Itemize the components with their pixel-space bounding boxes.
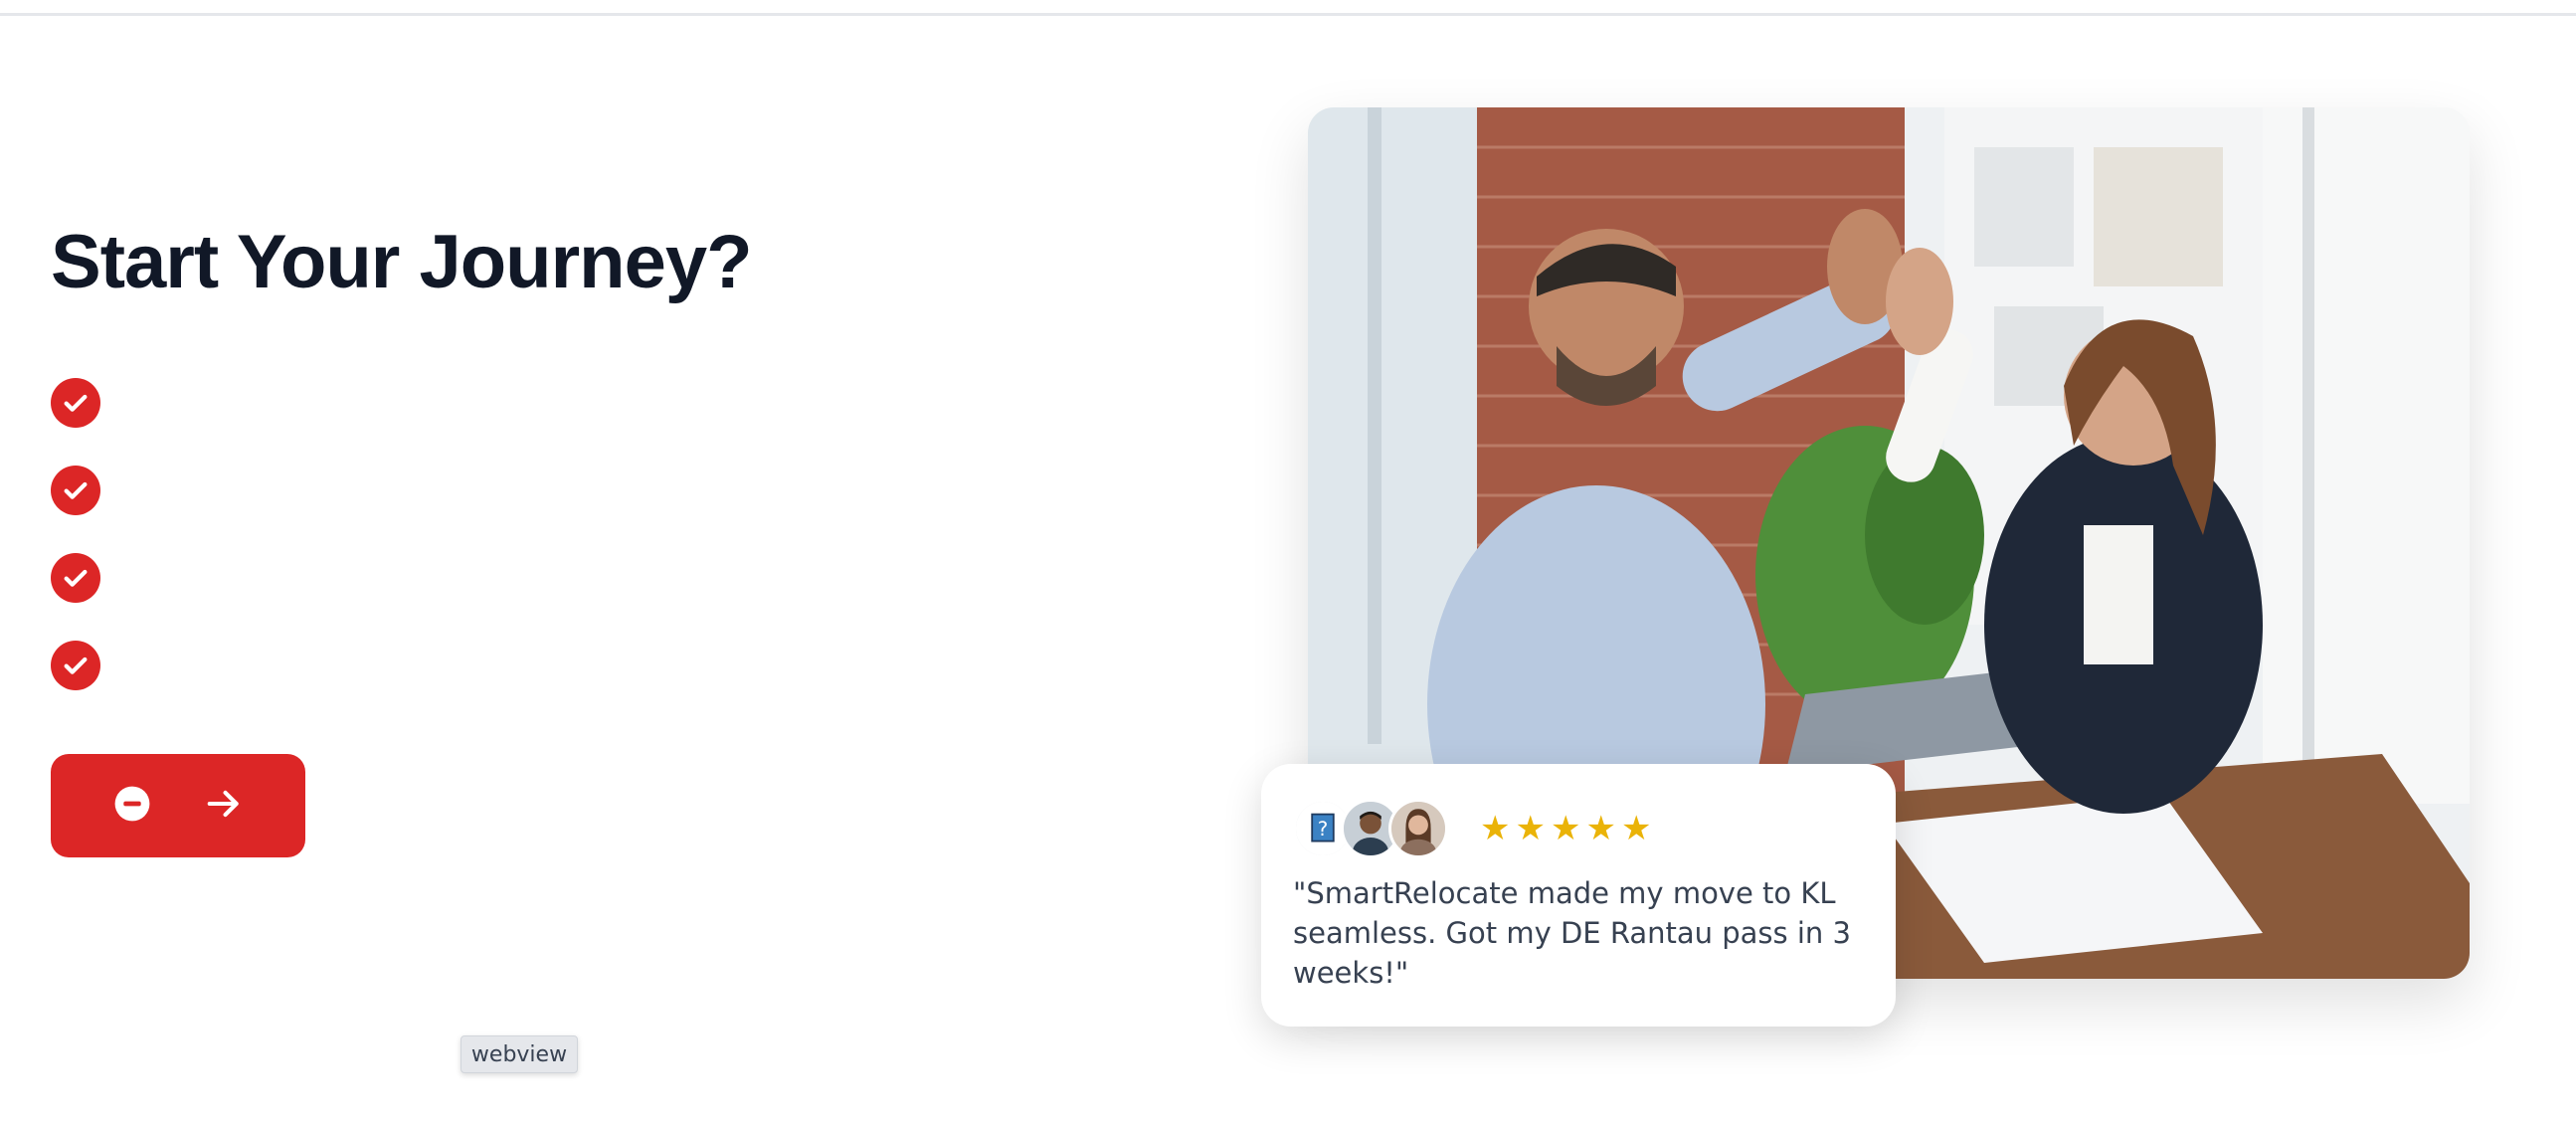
rating-stars: ★ ★ ★ ★ ★ — [1480, 812, 1651, 845]
star-icon: ★ — [1585, 809, 1616, 848]
star-icon: ★ — [1620, 809, 1652, 848]
page-title: Start Your Journey? — [51, 220, 753, 304]
check-circle-icon — [51, 641, 100, 690]
reviewer-avatars: ? — [1293, 799, 1448, 858]
check-circle-icon — [51, 553, 100, 603]
avatar — [1388, 799, 1448, 858]
star-icon: ★ — [1550, 809, 1581, 848]
check-circle-icon — [51, 378, 100, 428]
minus-circle-icon — [113, 785, 151, 828]
svg-text:?: ? — [1318, 818, 1329, 841]
star-icon: ★ — [1515, 809, 1546, 848]
benefits-checklist — [51, 378, 100, 728]
top-divider — [0, 0, 2576, 16]
star-icon: ★ — [1480, 809, 1511, 848]
start-journey-button[interactable] — [51, 754, 305, 857]
webview-badge: webview — [460, 1035, 578, 1073]
arrow-right-icon — [205, 785, 243, 828]
testimonial-quote: "SmartRelocate made my move to KL seamle… — [1293, 876, 1851, 990]
testimonial-card: ? ★ ★ ★ ★ ★ "SmartRelocate made my move … — [1261, 764, 1896, 1027]
check-circle-icon — [51, 466, 100, 515]
